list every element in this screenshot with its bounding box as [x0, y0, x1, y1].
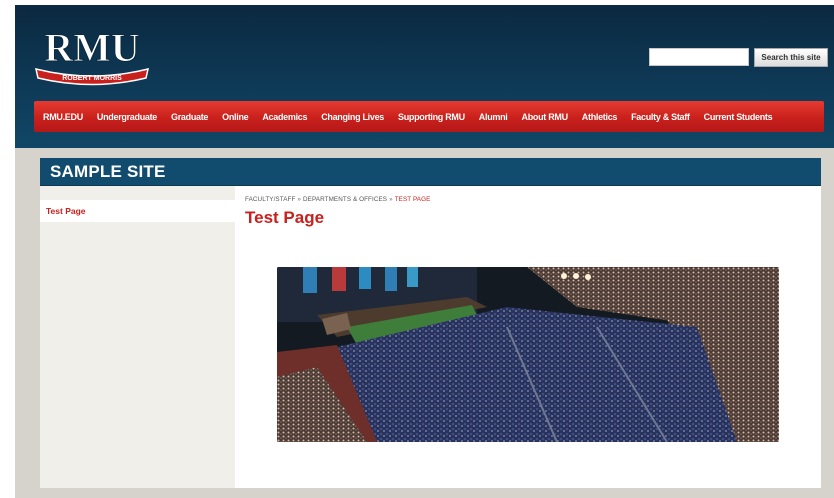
nav-item-changing-lives[interactable]: Changing Lives	[321, 112, 384, 122]
breadcrumb-current: TEST PAGE	[394, 196, 431, 203]
nav-item-rmu-edu[interactable]: RMU.EDU	[43, 112, 83, 122]
page-title: Test Page	[245, 208, 325, 227]
breadcrumb-link-departments-offices[interactable]: DEPARTMENTS & OFFICES	[303, 196, 387, 203]
breadcrumb-separator: »	[297, 196, 302, 203]
site-title[interactable]: SAMPLE SITE	[50, 162, 166, 182]
main-navigation: RMU.EDU Undergraduate Graduate Online Ac…	[34, 101, 824, 132]
breadcrumb-link-faculty-staff[interactable]: FACULTY/STAFF	[245, 196, 295, 203]
site-header: RMU ROBERT MORRIS Search this site RMU.E…	[15, 5, 834, 148]
commencement-photo	[277, 267, 779, 442]
search-input[interactable]	[649, 48, 749, 66]
search-button[interactable]: Search this site	[754, 48, 828, 67]
site-title-bar: SAMPLE SITE	[40, 158, 821, 186]
rmu-logo[interactable]: RMU ROBERT MORRIS	[30, 25, 154, 89]
sidebar-item-test-page[interactable]: Test Page	[40, 200, 235, 222]
breadcrumb-separator: »	[389, 196, 393, 203]
nav-item-alumni[interactable]: Alumni	[479, 112, 508, 122]
nav-item-athletics[interactable]: Athletics	[582, 112, 618, 122]
logo-wordmark: RMU	[44, 25, 140, 70]
nav-item-online[interactable]: Online	[222, 112, 249, 122]
sidebar: Test Page	[40, 186, 235, 488]
nav-item-about-rmu[interactable]: About RMU	[522, 112, 569, 122]
breadcrumb: FACULTY/STAFF» DEPARTMENTS & OFFICES» TEST…	[245, 196, 430, 203]
nav-item-undergraduate[interactable]: Undergraduate	[97, 112, 157, 122]
nav-item-supporting-rmu[interactable]: Supporting RMU	[398, 112, 465, 122]
nav-item-current-students[interactable]: Current Students	[704, 112, 773, 122]
nav-item-academics[interactable]: Academics	[262, 112, 307, 122]
logo-ribbon-text: ROBERT MORRIS	[62, 75, 122, 82]
nav-item-faculty-staff[interactable]: Faculty & Staff	[631, 112, 690, 122]
sidebar-item-label: Test Page	[46, 206, 86, 216]
nav-item-graduate[interactable]: Graduate	[171, 112, 208, 122]
photo-illustration	[277, 267, 779, 442]
main-content: FACULTY/STAFF» DEPARTMENTS & OFFICES» TEST…	[235, 186, 821, 488]
